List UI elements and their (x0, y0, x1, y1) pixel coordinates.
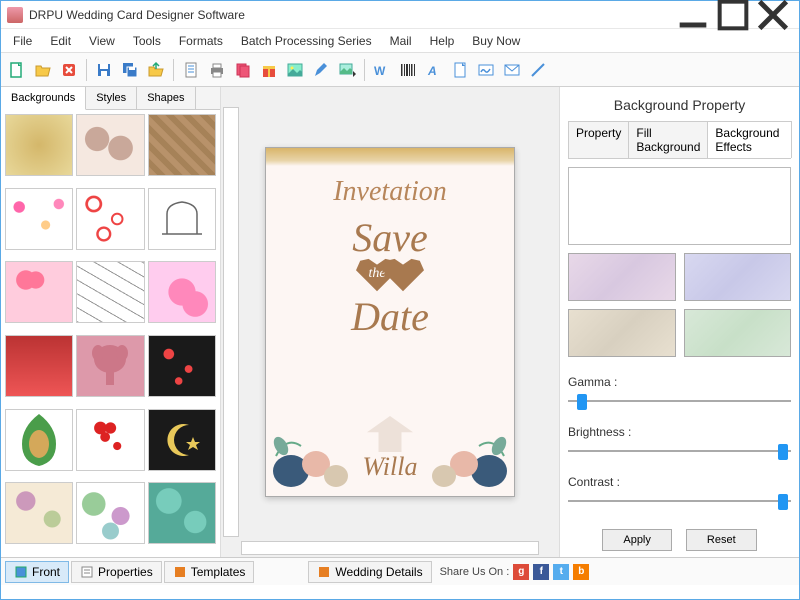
page-icon[interactable] (448, 58, 472, 82)
properties-button[interactable]: Properties (71, 561, 162, 583)
bg-thumb[interactable] (5, 409, 73, 471)
copy-icon[interactable] (231, 58, 255, 82)
maximize-button[interactable] (713, 3, 753, 27)
reset-button[interactable]: Reset (686, 529, 757, 551)
bg-thumb[interactable] (76, 409, 144, 471)
bg-thumb[interactable] (148, 409, 216, 471)
menu-view[interactable]: View (81, 31, 123, 51)
barcode-icon[interactable] (396, 58, 420, 82)
contrast-slider[interactable] (568, 493, 791, 509)
gold-border (266, 148, 514, 166)
templates-label: Templates (191, 565, 246, 579)
menu-edit[interactable]: Edit (42, 31, 79, 51)
saveas-icon[interactable] (118, 58, 142, 82)
card-text-invitation: Invetation (333, 176, 447, 208)
share-label: Share Us On : (440, 566, 510, 578)
bg-thumb[interactable] (5, 188, 73, 250)
blogger-icon[interactable]: b (573, 564, 589, 580)
card-text-save: Save (352, 214, 428, 261)
bg-thumb[interactable] (148, 114, 216, 176)
menu-buynow[interactable]: Buy Now (464, 31, 528, 51)
tab-background-effects[interactable]: Background Effects (707, 121, 792, 158)
new-icon[interactable] (5, 58, 29, 82)
picture-icon[interactable] (335, 58, 359, 82)
card-text-name: Willa (363, 452, 418, 482)
ruler-vertical (223, 107, 239, 537)
bg-thumb[interactable] (76, 261, 144, 323)
export-icon[interactable] (144, 58, 168, 82)
menu-help[interactable]: Help (422, 31, 463, 51)
panel-title: Background Property (568, 93, 791, 121)
card-canvas[interactable]: Invetation Save the Date Willa (265, 147, 515, 497)
effect-thumb[interactable] (568, 309, 676, 357)
image-icon[interactable] (283, 58, 307, 82)
print-icon[interactable] (205, 58, 229, 82)
app-icon (7, 7, 23, 23)
menu-formats[interactable]: Formats (171, 31, 231, 51)
front-label: Front (32, 565, 60, 579)
save-icon[interactable] (92, 58, 116, 82)
close-button[interactable] (753, 3, 793, 27)
gift-icon[interactable] (257, 58, 281, 82)
bg-thumb[interactable] (5, 261, 73, 323)
effect-thumb[interactable] (684, 309, 792, 357)
floral-graphic (266, 406, 514, 496)
front-button[interactable]: Front (5, 561, 69, 583)
bg-thumb[interactable] (5, 114, 73, 176)
open-icon[interactable] (31, 58, 55, 82)
wedding-details-button[interactable]: Wedding Details (308, 561, 431, 583)
hearts-graphic: the (364, 257, 416, 295)
effect-thumb[interactable] (568, 253, 676, 301)
text-icon[interactable]: A (422, 58, 446, 82)
background-grid (1, 110, 220, 557)
pen-icon[interactable] (309, 58, 333, 82)
tab-shapes[interactable]: Shapes (137, 87, 195, 109)
effect-preview (568, 167, 791, 245)
bg-thumb[interactable] (76, 482, 144, 544)
menu-mail[interactable]: Mail (382, 31, 420, 51)
menu-tools[interactable]: Tools (125, 31, 169, 51)
bg-thumb[interactable] (148, 261, 216, 323)
svg-text:W: W (374, 64, 386, 78)
menu-batch[interactable]: Batch Processing Series (233, 31, 380, 51)
bg-thumb[interactable] (76, 114, 144, 176)
facebook-icon[interactable]: f (533, 564, 549, 580)
minimize-button[interactable] (673, 3, 713, 27)
wedding-details-label: Wedding Details (335, 565, 422, 579)
toolbar: W A (1, 53, 799, 87)
bg-thumb[interactable] (76, 335, 144, 397)
card-text-date: Date (351, 293, 429, 340)
twitter-icon[interactable]: t (553, 564, 569, 580)
bg-thumb[interactable] (148, 482, 216, 544)
templates-button[interactable]: Templates (164, 561, 255, 583)
menu-file[interactable]: File (5, 31, 40, 51)
bg-thumb[interactable] (76, 188, 144, 250)
wordart-icon[interactable]: W (370, 58, 394, 82)
googleplus-icon[interactable]: g (513, 564, 529, 580)
gamma-label: Gamma : (568, 375, 791, 389)
bg-thumb[interactable] (148, 188, 216, 250)
brightness-slider[interactable] (568, 443, 791, 459)
properties-label: Properties (98, 565, 153, 579)
effect-thumb[interactable] (684, 253, 792, 301)
brightness-label: Brightness : (568, 425, 791, 439)
mail-icon[interactable] (500, 58, 524, 82)
app-title: DRPU Wedding Card Designer Software (29, 8, 673, 22)
gamma-slider[interactable] (568, 393, 791, 409)
bg-thumb[interactable] (148, 335, 216, 397)
line-icon[interactable] (526, 58, 550, 82)
apply-button[interactable]: Apply (602, 529, 672, 551)
tab-styles[interactable]: Styles (86, 87, 137, 109)
note-icon[interactable] (179, 58, 203, 82)
ruler-horizontal (241, 541, 539, 555)
bg-thumb[interactable] (5, 335, 73, 397)
svg-text:A: A (427, 64, 437, 78)
delete-icon[interactable] (57, 58, 81, 82)
tab-fill-background[interactable]: Fill Background (628, 121, 708, 158)
contrast-label: Contrast : (568, 475, 791, 489)
tab-backgrounds[interactable]: Backgrounds (1, 87, 86, 110)
tab-property[interactable]: Property (568, 121, 629, 158)
signature-icon[interactable] (474, 58, 498, 82)
bg-thumb[interactable] (5, 482, 73, 544)
